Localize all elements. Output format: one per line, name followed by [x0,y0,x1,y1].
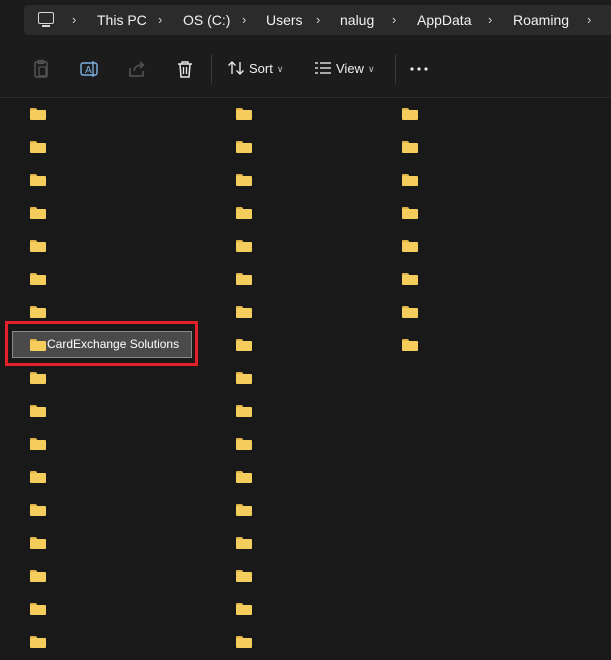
chevron-down-icon: ∨ [367,64,375,74]
folder-item-icon[interactable] [236,306,252,318]
chevron-right-icon[interactable]: › [587,5,591,35]
folder-item-icon[interactable] [402,240,418,252]
folder-item-icon[interactable] [236,174,252,186]
folder-item-icon[interactable] [236,405,252,417]
folder-item-icon[interactable] [402,306,418,318]
folder-item-icon[interactable] [402,207,418,219]
folder-item-icon[interactable] [30,141,46,153]
folder-item-selected[interactable]: CardExchange Solutions [12,331,192,358]
folder-item-icon[interactable] [402,108,418,120]
breadcrumb-users[interactable]: Users [266,5,303,35]
folder-item-icon[interactable] [30,471,46,483]
folder-item-icon[interactable] [30,207,46,219]
breadcrumb-this-pc[interactable]: This PC [97,5,147,35]
folder-item-icon[interactable] [236,636,252,648]
folder-name: CardExchange Solutions [47,337,180,351]
svg-text:A: A [85,65,92,76]
trash-icon[interactable] [175,59,195,79]
folder-item-icon[interactable] [30,372,46,384]
folder-item-icon[interactable] [402,339,418,351]
share-icon[interactable] [127,59,147,79]
folder-item-icon[interactable] [30,603,46,615]
folder-item-icon[interactable] [30,240,46,252]
folder-item-icon[interactable] [236,141,252,153]
folder-item-icon[interactable] [236,603,252,615]
rename-icon[interactable]: A [79,59,99,79]
folder-item-icon[interactable] [236,438,252,450]
more-options-icon[interactable] [409,59,429,79]
paste-icon[interactable] [31,59,51,79]
sort-button[interactable]: Sort ∨ [227,57,283,81]
address-bar[interactable]: › This PC › OS (C:) › Users › nalug › Ap… [24,5,611,35]
folder-item-icon[interactable] [402,141,418,153]
folder-item-icon[interactable] [402,174,418,186]
breadcrumb-user[interactable]: nalug [340,5,374,35]
folder-item-icon[interactable] [236,504,252,516]
folder-item-icon[interactable] [30,174,46,186]
view-label: View [336,61,364,76]
folder-item-icon[interactable] [30,306,46,318]
folder-item-icon[interactable] [30,504,46,516]
toolbar-divider [211,54,212,84]
folder-item-icon[interactable] [30,405,46,417]
folder-icon [30,339,46,351]
chevron-down-icon: ∨ [276,64,284,74]
sort-label: Sort [249,61,273,76]
folder-item-icon[interactable] [30,108,46,120]
monitor-icon[interactable] [38,12,54,27]
chevron-right-icon[interactable]: › [242,5,246,35]
folder-item-icon[interactable] [402,273,418,285]
folder-item-icon[interactable] [236,108,252,120]
chevron-right-icon[interactable]: › [316,5,320,35]
chevron-right-icon[interactable]: › [392,5,396,35]
chevron-right-icon[interactable]: › [488,5,492,35]
view-details-icon [315,62,331,74]
folder-item-icon[interactable] [236,273,252,285]
folder-item-icon[interactable] [236,339,252,351]
folder-item-icon[interactable] [236,240,252,252]
command-bar: A Sort ∨ View ∨ [0,41,611,98]
view-button[interactable]: View ∨ [314,57,375,81]
folder-item-icon[interactable] [30,273,46,285]
folder-item-icon[interactable] [236,570,252,582]
folder-item-icon[interactable] [236,537,252,549]
sort-icon [228,61,244,75]
breadcrumb-roaming[interactable]: Roaming [513,5,569,35]
folder-item-icon[interactable] [236,471,252,483]
breadcrumb-appdata[interactable]: AppData [417,5,471,35]
title-bar: › This PC › OS (C:) › Users › nalug › Ap… [0,0,611,41]
folder-item-icon[interactable] [30,438,46,450]
chevron-right-icon[interactable]: › [158,5,162,35]
folder-item-icon[interactable] [30,636,46,648]
toolbar-divider [395,54,396,84]
chevron-right-icon[interactable]: › [72,5,76,35]
folder-item-icon[interactable] [30,570,46,582]
breadcrumb-drive[interactable]: OS (C:) [183,5,230,35]
folder-item-icon[interactable] [236,207,252,219]
folder-item-icon[interactable] [236,372,252,384]
folder-item-icon[interactable] [30,537,46,549]
